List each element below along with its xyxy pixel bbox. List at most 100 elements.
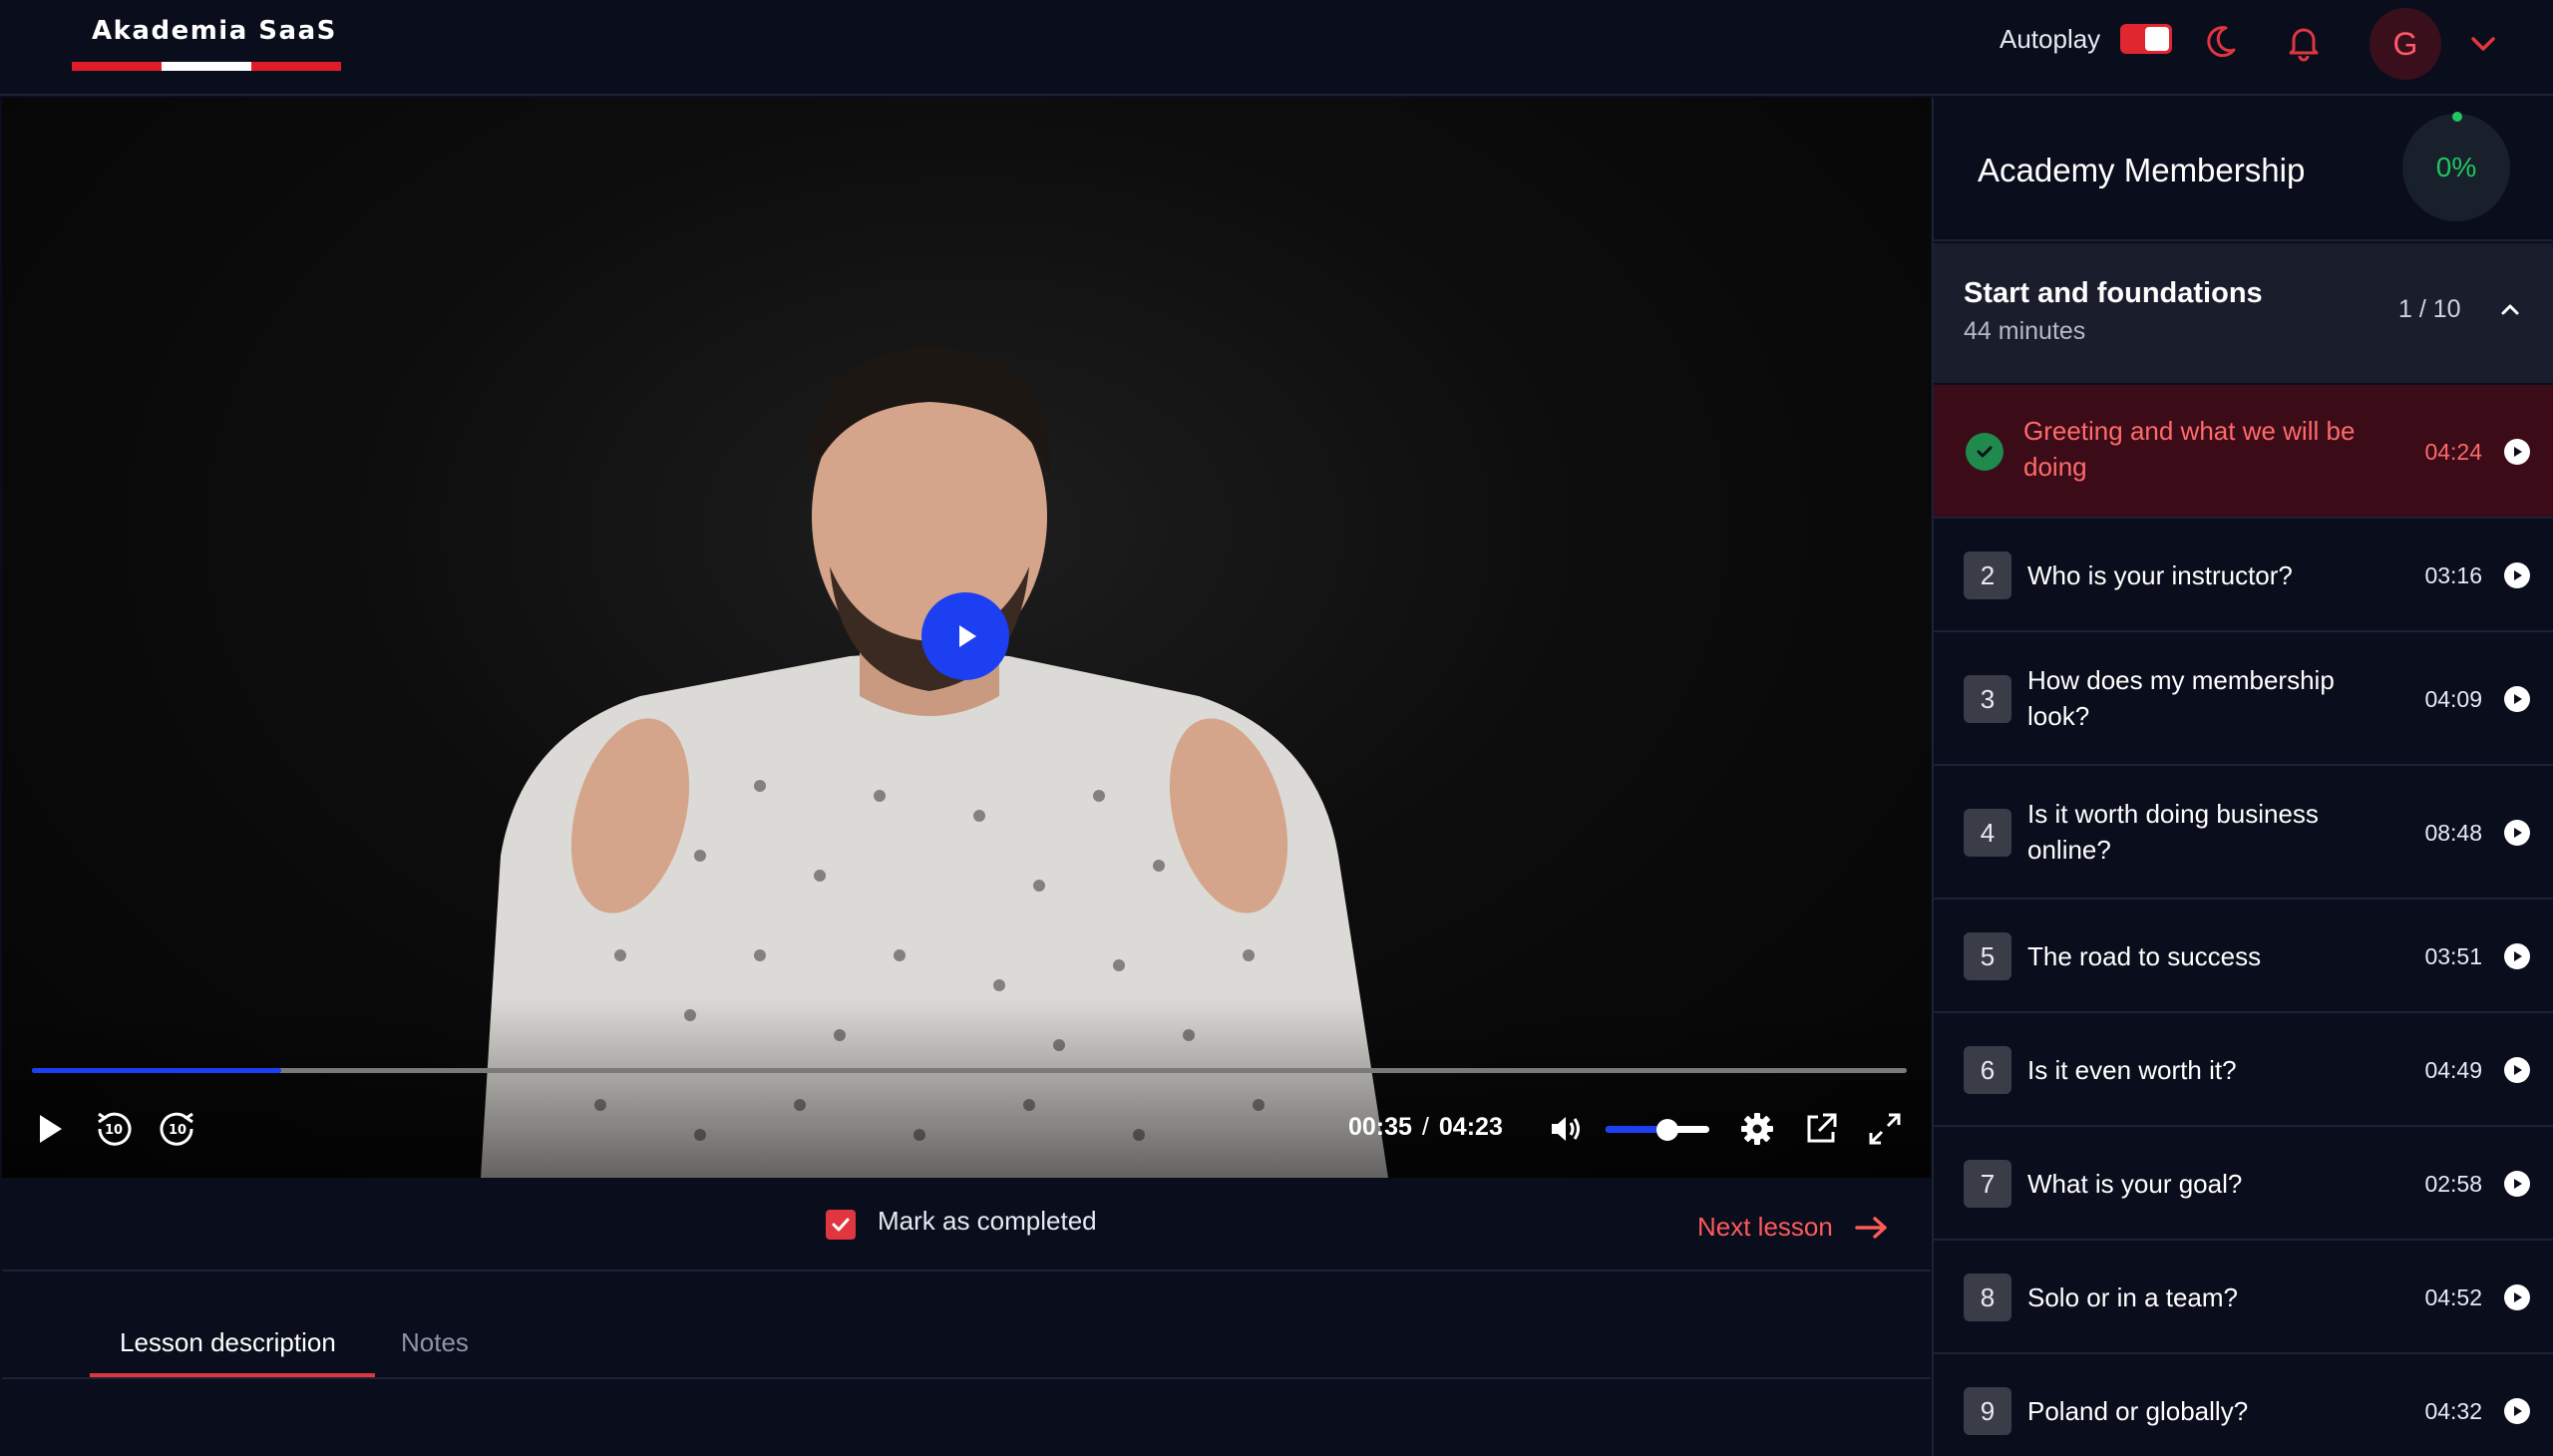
- mark-completed-label[interactable]: Mark as completed: [878, 1206, 1097, 1237]
- svg-text:10: 10: [169, 1123, 186, 1138]
- course-progress-percent: 0%: [2435, 152, 2477, 182]
- section-header[interactable]: Start and foundations 44 minutes 1 / 10: [1934, 243, 2553, 383]
- lesson-title: Is it even worth it?: [2027, 1055, 2237, 1085]
- lesson-duration: 04:52: [2424, 1284, 2482, 1310]
- lesson-item[interactable]: 8 Solo or in a team? 04:52: [1934, 1241, 2553, 1354]
- mark-completed-checkbox[interactable]: [826, 1210, 856, 1240]
- collapse-chevron-up-icon[interactable]: [2496, 295, 2524, 323]
- lesson-item[interactable]: 6 Is it even worth it? 04:49: [1934, 1013, 2553, 1127]
- autoplay-label: Autoplay: [2000, 24, 2101, 54]
- lesson-duration: 04:49: [2424, 1057, 2482, 1083]
- lesson-play-icon[interactable]: [2504, 1171, 2530, 1197]
- course-sidebar: Academy Membership 0% Start and foundati…: [1932, 98, 2553, 1456]
- lesson-title: What is your goal?: [2027, 1169, 2243, 1199]
- lesson-title: Greeting and what we will be doing: [2023, 416, 2356, 482]
- lesson-title: Poland or globally?: [2027, 1396, 2249, 1426]
- completed-check-icon: [1966, 433, 2004, 471]
- checkmark-icon: [832, 1218, 850, 1232]
- time-separator: /: [1421, 1113, 1429, 1141]
- lesson-item[interactable]: 2 Who is your instructor? 03:16: [1934, 519, 2553, 632]
- lesson-duration: 08:48: [2424, 820, 2482, 846]
- lesson-number: 7: [1964, 1160, 2011, 1208]
- progress-ring-dot: [2452, 112, 2462, 122]
- video-progress-fill: [32, 1068, 282, 1073]
- lesson-number: 3: [1964, 675, 2011, 723]
- current-time: 00:35: [1348, 1113, 1412, 1141]
- lesson-duration: 04:09: [2424, 686, 2482, 712]
- lesson-duration: 03:51: [2424, 943, 2482, 969]
- lesson-item[interactable]: 3 How does my membership look? 04:09: [1934, 632, 2553, 766]
- lesson-item[interactable]: 7 What is your goal? 02:58: [1934, 1127, 2553, 1241]
- course-title: Academy Membership: [1978, 152, 2306, 188]
- lesson-play-icon[interactable]: [2504, 820, 2530, 846]
- lesson-duration: 03:16: [2424, 562, 2482, 588]
- lesson-title: Is it worth doing business online?: [2027, 799, 2319, 865]
- lesson-duration: 04:32: [2424, 1398, 2482, 1424]
- open-external-icon[interactable]: [1799, 1107, 1843, 1151]
- lesson-duration: 02:58: [2424, 1171, 2482, 1197]
- section-duration: 44 minutes: [1964, 317, 2086, 345]
- lesson-play-icon[interactable]: [2504, 1284, 2530, 1310]
- svg-text:10: 10: [105, 1123, 123, 1138]
- volume-slider[interactable]: [1606, 1119, 1709, 1141]
- lesson-number: 9: [1964, 1387, 2011, 1435]
- course-header: Academy Membership 0%: [1934, 98, 2553, 241]
- user-avatar[interactable]: G: [2370, 8, 2441, 80]
- course-progress-ring: 0%: [2402, 112, 2510, 221]
- video-player[interactable]: 10 10 00:35 / 04:23: [2, 98, 1931, 1178]
- lesson-item[interactable]: Greeting and what we will be doing 04:24: [1934, 385, 2553, 519]
- brand-name: Akademia SaaS: [92, 16, 337, 46]
- logo-stripe-white: [162, 62, 251, 71]
- lesson-play-icon[interactable]: [2504, 686, 2530, 712]
- toggle-knob: [2145, 27, 2169, 51]
- tab-lesson-description[interactable]: Lesson description: [120, 1327, 336, 1358]
- arrow-right-icon: [1855, 1216, 1887, 1239]
- lesson-number: 6: [1964, 1046, 2011, 1094]
- lesson-play-icon[interactable]: [2504, 1057, 2530, 1083]
- lesson-title: Who is your instructor?: [2027, 560, 2293, 590]
- lesson-actions-bar: Mark as completed Next lesson: [2, 1180, 1931, 1272]
- video-controls-gradient: [2, 998, 1931, 1178]
- brand-logo[interactable]: Akademia SaaS: [72, 14, 341, 74]
- lesson-title: How does my membership look?: [2027, 665, 2335, 731]
- logo-stripe-red: [251, 62, 341, 71]
- lesson-number: 5: [1964, 932, 2011, 980]
- lesson-play-icon[interactable]: [2504, 1398, 2530, 1424]
- lesson-item[interactable]: 9 Poland or globally? 04:32: [1934, 1354, 2553, 1456]
- lesson-play-icon[interactable]: [2504, 439, 2530, 465]
- big-play-button[interactable]: [921, 592, 1009, 680]
- logo-stripe-red: [72, 62, 162, 71]
- dark-mode-moon-icon[interactable]: [2200, 22, 2240, 62]
- volume-icon[interactable]: [1544, 1107, 1588, 1151]
- lesson-play-icon[interactable]: [2504, 943, 2530, 969]
- lesson-tabs: Lesson description Notes: [2, 1274, 1931, 1379]
- autoplay-toggle[interactable]: [2120, 24, 2172, 54]
- active-tab-indicator: [90, 1373, 375, 1377]
- lesson-item[interactable]: 4 Is it worth doing business online? 08:…: [1934, 766, 2553, 900]
- section-title: Start and foundations: [1964, 277, 2263, 309]
- top-bar: Akademia SaaS Autoplay G: [0, 0, 2553, 96]
- next-lesson-button[interactable]: Next lesson: [1697, 1212, 1889, 1243]
- next-lesson-label: Next lesson: [1697, 1212, 1833, 1242]
- settings-gear-icon[interactable]: [1735, 1107, 1779, 1151]
- play-icon[interactable]: [28, 1107, 72, 1151]
- fullscreen-icon[interactable]: [1863, 1107, 1907, 1151]
- lesson-item[interactable]: 5 The road to success 03:51: [1934, 900, 2553, 1013]
- notifications-bell-icon[interactable]: [2284, 22, 2324, 62]
- lesson-title: The road to success: [2027, 941, 2262, 971]
- account-menu-chevron-down-icon[interactable]: [2467, 30, 2499, 58]
- lesson-play-icon[interactable]: [2504, 562, 2530, 588]
- section-lesson-count: 1 / 10: [2398, 295, 2461, 323]
- lesson-duration: 04:24: [2424, 439, 2482, 465]
- playback-time: 00:35 / 04:23: [1348, 1113, 1503, 1142]
- lesson-number: 4: [1964, 809, 2011, 857]
- rewind-10-icon[interactable]: 10: [92, 1107, 136, 1151]
- tab-content-area: [2, 1381, 1931, 1456]
- tab-notes[interactable]: Notes: [401, 1327, 469, 1358]
- forward-10-icon[interactable]: 10: [156, 1107, 199, 1151]
- lesson-number: 8: [1964, 1274, 2011, 1321]
- lesson-number: 2: [1964, 551, 2011, 599]
- total-duration: 04:23: [1438, 1113, 1503, 1141]
- video-seek-bar[interactable]: [32, 1068, 1907, 1073]
- lesson-title: Solo or in a team?: [2027, 1282, 2239, 1312]
